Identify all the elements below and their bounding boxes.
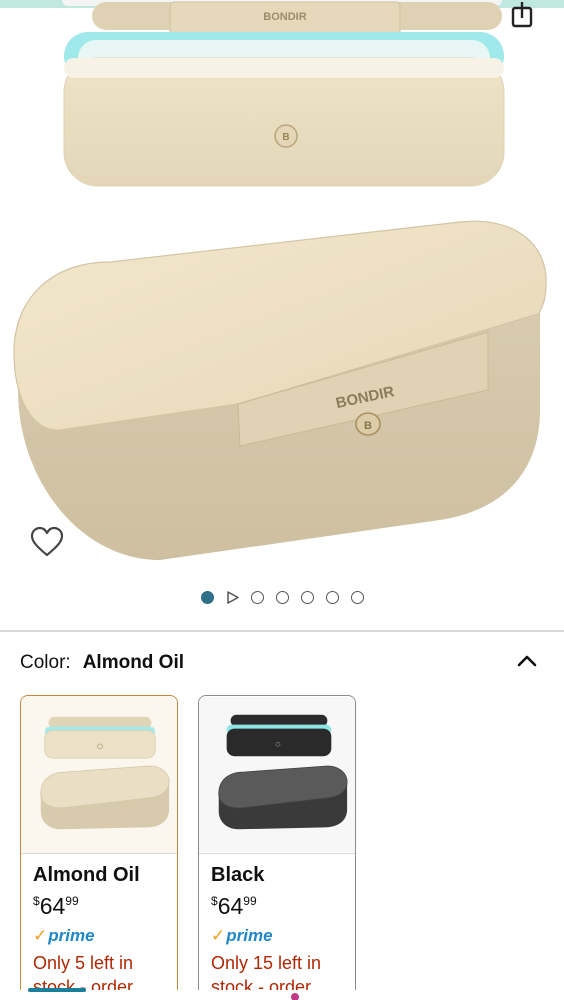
swatch-name: Black bbox=[211, 864, 265, 886]
price-symbol: $ bbox=[211, 894, 218, 908]
price-symbol: $ bbox=[33, 894, 40, 908]
swatch-separator bbox=[21, 853, 177, 854]
carousel-dot-5[interactable] bbox=[300, 590, 314, 604]
swatch-image-almond-oil bbox=[21, 696, 177, 853]
price-whole: 64 bbox=[39, 893, 66, 919]
heart-outline-icon[interactable] bbox=[30, 526, 64, 558]
bottom-nav-indicator bbox=[28, 988, 86, 992]
swatch-name: Almond Oil bbox=[33, 864, 140, 886]
section-divider bbox=[0, 630, 564, 632]
carousel-dot-1[interactable] bbox=[200, 590, 214, 604]
top-case-logo: B bbox=[282, 132, 289, 143]
prime-label: prime bbox=[48, 926, 95, 945]
product-image-gallery[interactable]: BONDIR B BONDIR B bbox=[0, 0, 564, 630]
chevron-up-icon[interactable] bbox=[516, 650, 538, 672]
share-icon[interactable] bbox=[510, 0, 536, 30]
price-whole: 64 bbox=[217, 893, 244, 919]
notification-dot bbox=[291, 993, 299, 1000]
bottom-case-logo: B bbox=[364, 420, 372, 432]
color-option-almond-oil[interactable]: Almond Oil $6499 ✓ prime Only 5 left in … bbox=[20, 695, 178, 1000]
swatch-price: $6499 bbox=[211, 893, 257, 920]
swatch-separator bbox=[199, 853, 355, 854]
prime-check-icon: ✓ bbox=[33, 926, 48, 945]
price-fraction: 99 bbox=[243, 894, 257, 908]
price-fraction: 99 bbox=[65, 894, 79, 908]
color-label: Color: bbox=[20, 652, 71, 673]
product-image[interactable]: BONDIR B BONDIR B bbox=[0, 0, 564, 580]
prime-check-icon: ✓ bbox=[211, 926, 226, 945]
color-selector-header[interactable]: Color: Almond Oil bbox=[20, 650, 544, 676]
selected-color-value: Almond Oil bbox=[82, 652, 185, 673]
prime-badge: ✓ prime bbox=[211, 926, 273, 946]
prime-label: prime bbox=[226, 926, 273, 945]
carousel-dot-4[interactable] bbox=[275, 590, 289, 604]
carousel-dot-6[interactable] bbox=[325, 590, 339, 604]
play-icon[interactable] bbox=[226, 590, 239, 604]
top-case-brand: BONDIR bbox=[263, 11, 306, 23]
color-option-black[interactable]: Black $6499 ✓ prime Only 15 left in stoc… bbox=[198, 695, 356, 1000]
carousel-dot-7[interactable] bbox=[350, 590, 364, 604]
prime-badge: ✓ prime bbox=[33, 926, 95, 946]
swatch-price: $6499 bbox=[33, 893, 79, 920]
swatch-image-black bbox=[199, 696, 355, 853]
image-carousel-indicator bbox=[0, 587, 564, 607]
carousel-dot-3[interactable] bbox=[250, 590, 264, 604]
